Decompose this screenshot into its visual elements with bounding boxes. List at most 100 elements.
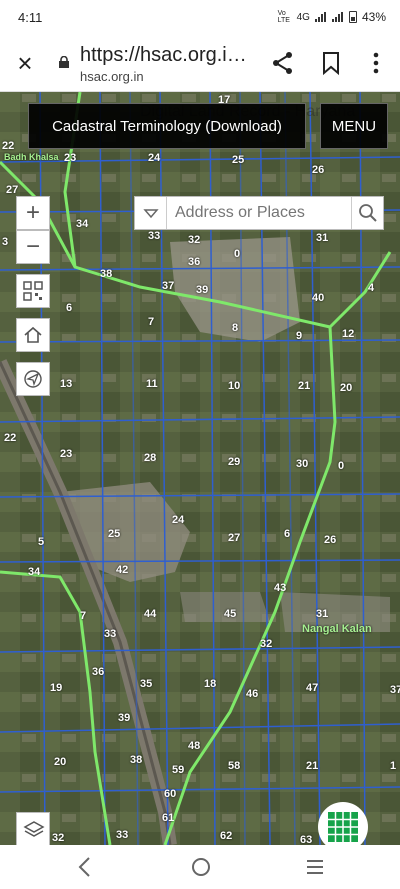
parcel-number: 26 (324, 534, 337, 546)
parcel-number: 19 (50, 682, 63, 694)
system-nav-bar (0, 845, 400, 889)
home-icon (24, 326, 42, 343)
parcel-number: 43 (274, 582, 287, 594)
battery-percent: 43% (361, 10, 386, 24)
place-label-badh-khalsa: Badh Khalsa (4, 152, 59, 162)
battery-icon (348, 11, 357, 23)
parcel-number: 33 (148, 230, 161, 242)
signal-icon (314, 12, 327, 22)
parcel-number: 24 (172, 514, 185, 526)
parcel-number: 46 (246, 688, 259, 700)
parcel-number: 22 (4, 432, 17, 444)
zoom-out-button[interactable]: − (16, 230, 50, 264)
parcel-number: 7 (80, 610, 87, 622)
status-bar: 4:11 Vo LTE 4G 43% (0, 0, 400, 34)
parcel-number: 36 (188, 256, 201, 268)
parcel-number: 37 (390, 684, 400, 696)
parcel-number: 4 (368, 282, 375, 294)
parcel-number: 33 (116, 829, 129, 841)
status-time: 4:11 (18, 10, 43, 25)
parcel-number: 58 (228, 760, 241, 772)
parcel-number: 6 (66, 302, 73, 314)
parcel-number: 39 (118, 712, 131, 724)
share-icon[interactable] (270, 50, 296, 76)
parcel-number: 26 (312, 164, 325, 176)
parcel-number: 36 (92, 666, 105, 678)
layers-icon (23, 821, 45, 837)
parcel-number: 24 (148, 152, 161, 164)
parcel-number: 22 (2, 140, 15, 152)
chevron-down-icon (143, 209, 159, 219)
parcel-number: 32 (52, 832, 65, 844)
qr-code-button[interactable] (16, 274, 50, 308)
parcel-number: 3 (2, 236, 9, 248)
basemap-grid-button[interactable] (318, 802, 368, 845)
parcel-number: 21 (306, 760, 319, 772)
parcel-number: 1 (390, 760, 397, 772)
grid-icon (328, 812, 358, 842)
parcel-number: 37 (162, 280, 175, 292)
status-indicators: Vo LTE 4G 43% (278, 10, 386, 24)
parcel-number: 23 (60, 448, 73, 460)
parcel-number: 9 (296, 330, 303, 342)
menu-button[interactable]: MENU (320, 103, 388, 149)
locate-button[interactable] (16, 362, 50, 396)
parcel-number: 7 (148, 316, 155, 328)
signal-icon-2 (331, 12, 344, 22)
recent-apps-icon[interactable] (302, 855, 328, 879)
url-domain: hsac.org.in (80, 69, 144, 84)
parcel-number: 25 (232, 154, 245, 166)
parcel-number: 44 (144, 608, 157, 620)
parcel-number: 21 (298, 380, 311, 392)
parcel-number: 32 (260, 638, 273, 650)
close-tab-button[interactable]: × (12, 50, 38, 76)
parcel-number: 23 (64, 152, 77, 164)
zoom-in-button[interactable]: + (16, 196, 50, 230)
parcel-number: 13 (60, 378, 73, 390)
search-button[interactable] (351, 197, 383, 229)
more-options-icon[interactable] (366, 50, 386, 76)
address-search-input[interactable] (175, 204, 345, 222)
layers-button[interactable] (16, 812, 50, 845)
parcel-number: 33 (104, 628, 117, 640)
address-search (134, 196, 384, 230)
bookmark-icon[interactable] (318, 50, 344, 76)
volte-indicator: Vo LTE (277, 10, 290, 24)
parcel-number: 29 (228, 456, 241, 468)
parcel-number: 60 (164, 788, 177, 800)
parcel-number: 25 (108, 528, 121, 540)
parcel-number: 12 (342, 328, 355, 340)
cadastral-terminology-download-button[interactable]: Cadastral Terminology (Download) (28, 103, 306, 149)
cadastral-map[interactable]: Digital Land Record - Haryana 1722232425… (0, 92, 400, 845)
home-circle-icon[interactable] (188, 855, 214, 879)
browser-toolbar: × https://hsac.org.i… hsac.org.in (0, 34, 400, 92)
parcel-number: 8 (232, 322, 239, 334)
place-label-nangal-kalan: Nangal Kalan (302, 623, 372, 635)
lock-icon (59, 56, 69, 68)
parcel-number: 27 (6, 184, 19, 196)
parcel-number: 31 (316, 232, 329, 244)
parcel-number: 63 (300, 834, 313, 845)
parcel-number: 40 (312, 292, 325, 304)
back-icon[interactable] (72, 855, 98, 879)
search-dropdown-toggle[interactable] (135, 197, 167, 229)
parcel-number: 0 (338, 460, 345, 472)
network-type: 4G (296, 11, 310, 23)
parcel-number: 20 (340, 382, 353, 394)
parcel-number: 0 (234, 248, 241, 260)
search-icon (359, 204, 377, 222)
parcel-number: 38 (130, 754, 143, 766)
parcel-number: 30 (296, 458, 309, 470)
parcel-number: 5 (38, 536, 45, 548)
parcel-number: 42 (116, 564, 129, 576)
parcel-number: 61 (162, 812, 175, 824)
parcel-number: 20 (54, 756, 67, 768)
url-text[interactable]: https://hsac.org.i… (80, 44, 250, 67)
parcel-number: 34 (28, 566, 41, 578)
parcel-number: 28 (144, 452, 157, 464)
parcel-number: 11 (146, 378, 158, 390)
home-extent-button[interactable] (16, 318, 50, 352)
parcel-number: 27 (228, 532, 241, 544)
parcel-number: 34 (76, 218, 89, 230)
parcel-number: 45 (224, 608, 237, 620)
